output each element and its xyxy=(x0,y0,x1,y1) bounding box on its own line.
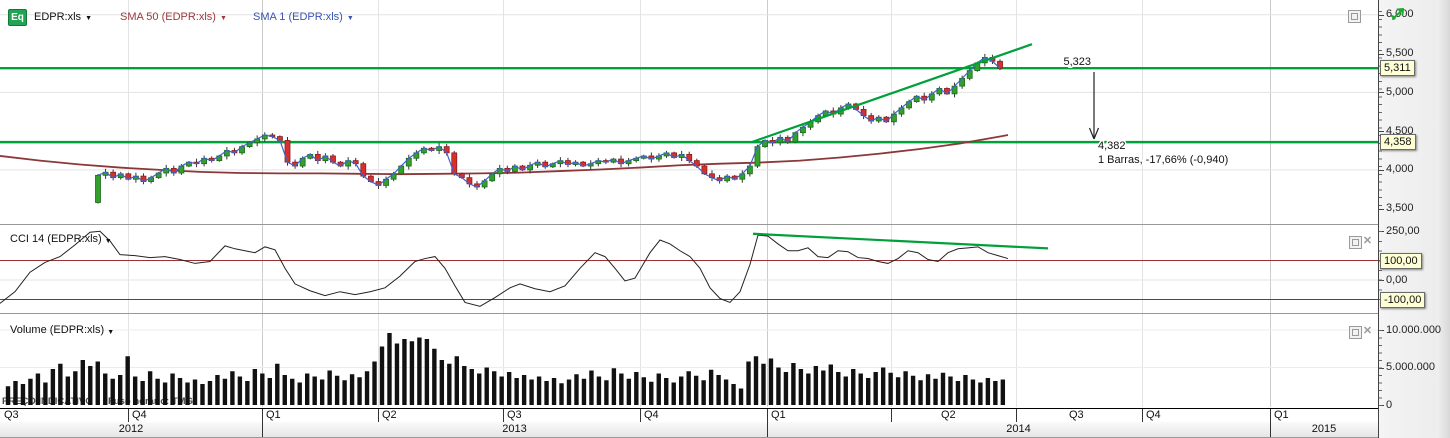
volume-panel-label: Volume (EDPR:xls) xyxy=(10,324,105,336)
x-axis-year-label: 2015 xyxy=(1311,423,1337,435)
cci-panel-label: CCI 14 (EDPR:xls) xyxy=(10,233,102,245)
x-axis-quarter-label: Q2 xyxy=(941,409,956,421)
price-axis-label: 5,500 xyxy=(1386,47,1414,60)
x-axis-quarter-label: Q4 xyxy=(1146,409,1161,421)
x-axis-year-label: 2014 xyxy=(1006,423,1031,435)
axis-value-tag: 100,00 xyxy=(1380,252,1422,269)
svg-text:4,382: 4,382 xyxy=(1098,140,1126,152)
instrument-selector[interactable]: Eq EDPR:xls ▼ xyxy=(8,8,92,26)
restore-volume-panel-icon[interactable] xyxy=(1349,326,1362,339)
quarter-separator xyxy=(891,409,892,422)
quarter-separator xyxy=(1016,409,1017,422)
quarter-separator xyxy=(1142,409,1143,422)
chart-window: PREÇO INDICATIVOFuso horário: TMG5,3234,… xyxy=(0,0,1450,438)
cci-axis-label: 250,00 xyxy=(1386,224,1420,237)
x-axis-year-label: 2013 xyxy=(502,423,527,435)
x-axis-quarter-label: Q4 xyxy=(644,409,659,421)
volume-axis-label: 5.000.000 xyxy=(1386,361,1435,373)
volume-axis-label: 0 xyxy=(1386,398,1393,411)
cci-panel-selector[interactable]: CCI 14 (EDPR:xls) ▼ xyxy=(10,233,112,245)
quarter-axis-row[interactable]: Q3 Q4 Q1 Q2 Q3 Q4 Q1 Q2 Q3 Q4 Q1 xyxy=(0,408,1378,423)
x-axis-quarter-label: Q1 xyxy=(771,409,786,421)
close-cci-panel-icon[interactable]: ✕ xyxy=(1362,236,1373,247)
axis-value-tag: 4,358 xyxy=(1380,134,1416,151)
chevron-down-icon[interactable]: ▼ xyxy=(85,15,92,22)
instrument-label: EDPR:xls xyxy=(34,11,82,23)
quarter-separator xyxy=(378,409,379,422)
restore-panel-icon[interactable] xyxy=(1348,10,1361,23)
chevron-down-icon[interactable]: ▼ xyxy=(347,15,354,22)
cci-axis-label: 0,00 xyxy=(1386,273,1408,286)
chevron-down-icon[interactable]: ▼ xyxy=(105,238,112,245)
quarter-separator xyxy=(767,409,768,422)
close-volume-panel-icon[interactable]: ✕ xyxy=(1362,326,1373,337)
sma50-label: SMA 50 (EDPR:xls) xyxy=(120,11,216,23)
quarter-separator xyxy=(262,409,263,422)
x-axis-quarter-label: Q1 xyxy=(1274,409,1289,421)
svg-text:5,323: 5,323 xyxy=(1063,56,1091,68)
quarter-separator xyxy=(503,409,504,422)
equity-logo-icon: Eq xyxy=(8,8,27,26)
x-axis-quarter-label: Q4 xyxy=(132,409,147,421)
year-axis-row[interactable]: 2012 2013 2014 2015 xyxy=(0,422,1378,438)
quarter-separator xyxy=(1270,409,1271,422)
minor-ticks xyxy=(1379,11,1382,213)
x-axis-year-label: 2012 xyxy=(118,423,144,435)
x-axis-quarter-label: Q3 xyxy=(4,409,19,421)
restore-cci-panel-icon[interactable] xyxy=(1349,236,1362,249)
chart-canvas[interactable]: PREÇO INDICATIVOFuso horário: TMG5,3234,… xyxy=(0,0,1378,438)
sma50-selector[interactable]: SMA 50 (EDPR:xls) ▼ xyxy=(120,8,227,26)
sma1-selector[interactable]: SMA 1 (EDPR:xls) ▼ xyxy=(253,8,354,26)
price-axis-label: 4,000 xyxy=(1386,163,1414,176)
x-axis-quarter-label: Q1 xyxy=(266,409,281,421)
svg-text:1 Barras, -17,66% (-0,940): 1 Barras, -17,66% (-0,940) xyxy=(1098,154,1228,166)
minor-ticks xyxy=(1379,330,1382,406)
chevron-down-icon[interactable]: ▼ xyxy=(220,15,227,22)
sma1-label: SMA 1 (EDPR:xls) xyxy=(253,11,343,23)
quarter-separator xyxy=(640,409,641,422)
axis-value-tag: 5,311 xyxy=(1380,60,1415,77)
volume-panel-selector[interactable]: Volume (EDPR:xls) ▼ xyxy=(10,324,114,336)
volume-axis-label: 10.000.000 xyxy=(1386,323,1442,336)
x-axis-quarter-label: Q3 xyxy=(507,409,522,421)
chevron-down-icon[interactable]: ▼ xyxy=(107,329,114,336)
trend-arrow-cursor-icon[interactable] xyxy=(1390,4,1408,22)
axis-value-tag: -100,00 xyxy=(1380,291,1426,308)
x-axis-quarter-label: Q2 xyxy=(382,409,397,421)
quarter-separator xyxy=(128,409,129,422)
window-edge xyxy=(1437,0,1450,438)
x-axis-quarter-label: Q3 xyxy=(1069,409,1084,421)
price-axis-label: 5,000 xyxy=(1386,85,1414,98)
price-axis-label: 3,500 xyxy=(1386,202,1414,215)
